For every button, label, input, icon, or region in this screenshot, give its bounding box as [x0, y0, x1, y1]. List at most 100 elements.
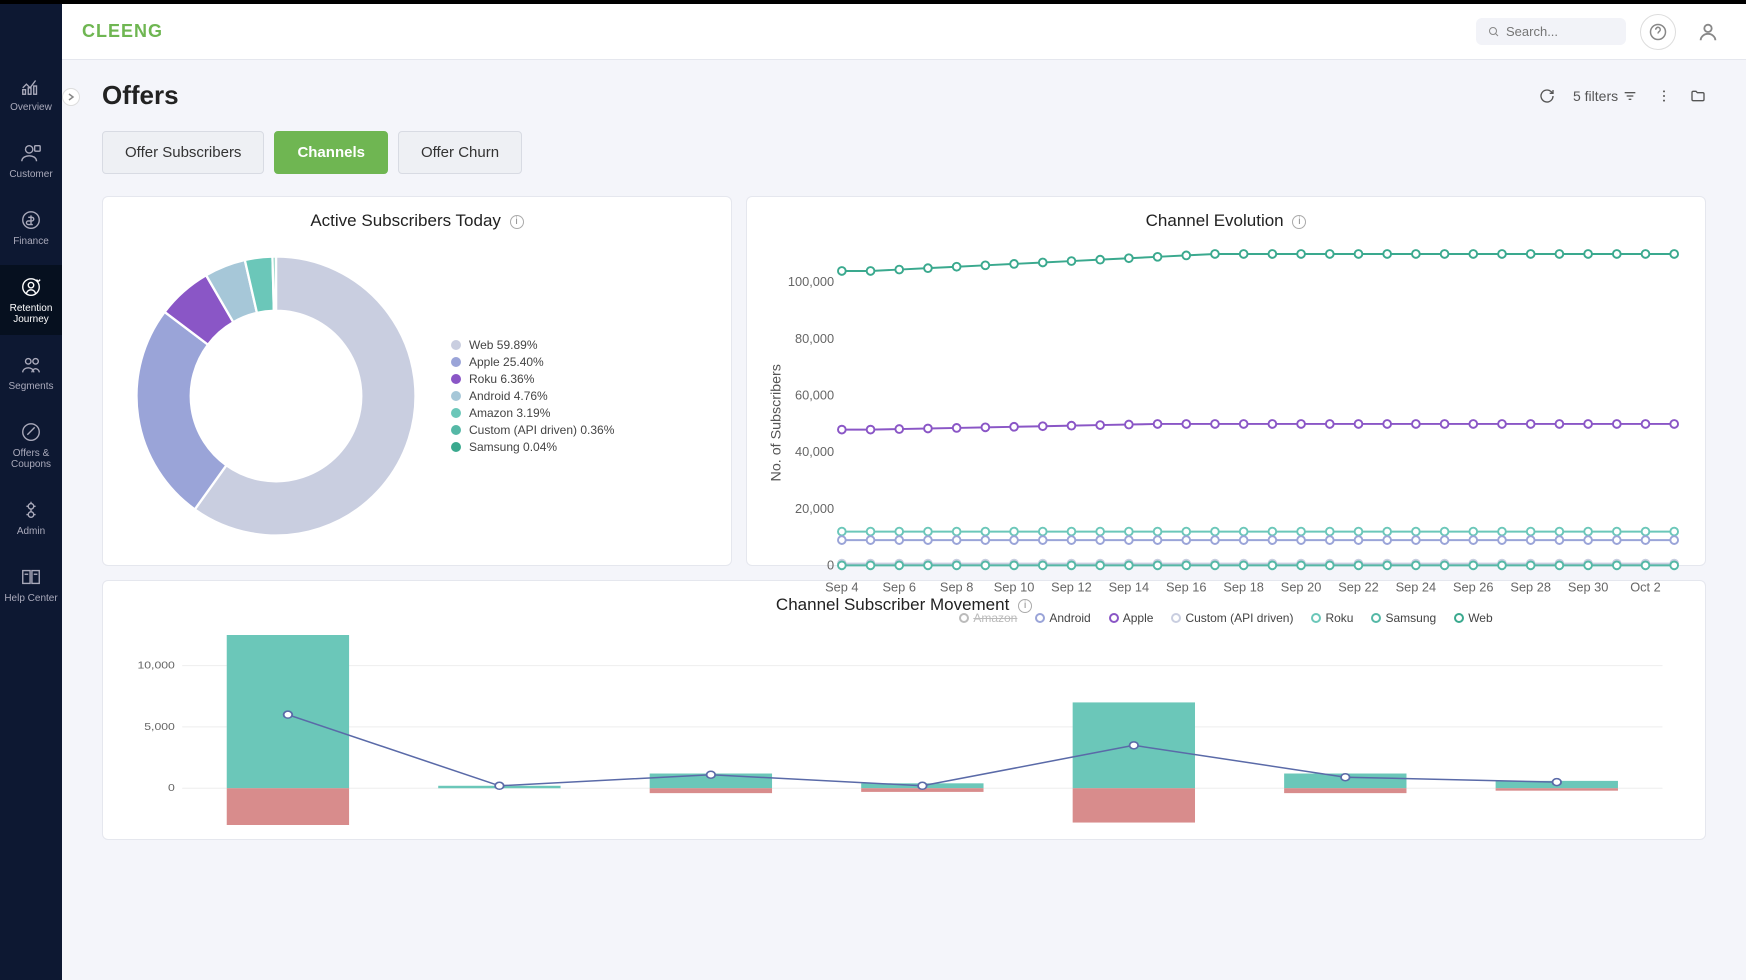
sidebar-item-label: Help Center [4, 593, 57, 604]
folder-button[interactable] [1690, 88, 1706, 104]
tab-offer-subscribers[interactable]: Offer Subscribers [102, 131, 264, 174]
svg-text:Sep 4: Sep 4 [825, 579, 858, 594]
svg-text:Sep 14: Sep 14 [1109, 579, 1150, 594]
legend-item[interactable]: Roku [1311, 611, 1353, 625]
legend-item[interactable]: Android 4.76% [451, 389, 614, 403]
svg-text:Sep 10: Sep 10 [994, 579, 1035, 594]
header-bar: CLEENG [62, 4, 1746, 60]
svg-text:Sep 24: Sep 24 [1396, 579, 1437, 594]
folder-icon [1690, 88, 1706, 104]
svg-text:Sep 18: Sep 18 [1223, 579, 1264, 594]
sidebar-item-label: Finance [13, 236, 49, 247]
donut-chart [121, 241, 431, 551]
page-title-row: Offers 5 filters [102, 80, 1706, 111]
svg-text:100,000: 100,000 [788, 274, 834, 289]
sidebar-item-retention[interactable]: Retention Journey [0, 265, 62, 335]
info-icon[interactable]: i [510, 215, 524, 229]
svg-text:60,000: 60,000 [795, 387, 834, 402]
more-vertical-icon [1656, 88, 1672, 104]
sidebar-item-label: Admin [17, 526, 45, 537]
search-input[interactable] [1506, 24, 1614, 39]
legend-item[interactable]: Web 59.89% [451, 338, 614, 352]
help-button[interactable] [1640, 14, 1676, 50]
sidebar-item-finance[interactable]: Finance [0, 198, 62, 257]
donut-legend: Web 59.89% Apple 25.40% Roku 6.36% Android … [451, 335, 614, 457]
active-subscribers-card: Active Subscribers Today i Web 59.89% App… [102, 196, 732, 566]
sidebar-item-admin[interactable]: Admin [0, 488, 62, 547]
help-icon [19, 565, 43, 589]
offers-icon [19, 420, 43, 444]
svg-text:0: 0 [827, 557, 834, 572]
svg-text:Oct 2: Oct 2 [1630, 579, 1661, 594]
overview-icon [19, 74, 43, 98]
finance-icon [19, 208, 43, 232]
legend-item[interactable]: Samsung 0.04% [451, 440, 614, 454]
svg-text:Sep 6: Sep 6 [883, 579, 916, 594]
svg-text:80,000: 80,000 [795, 331, 834, 346]
admin-icon [19, 498, 43, 522]
legend-item[interactable]: Apple 25.40% [451, 355, 614, 369]
svg-text:Sep 16: Sep 16 [1166, 579, 1207, 594]
svg-text:40,000: 40,000 [795, 444, 834, 459]
legend-item[interactable]: Roku 6.36% [451, 372, 614, 386]
svg-text:Sep 28: Sep 28 [1510, 579, 1551, 594]
info-icon[interactable]: i [1292, 215, 1306, 229]
customer-icon [19, 141, 43, 165]
sidebar-item-customer[interactable]: Customer [0, 131, 62, 190]
legend-item[interactable]: Samsung [1371, 611, 1436, 625]
search-icon [1488, 25, 1500, 39]
svg-text:0: 0 [168, 783, 175, 794]
card-title: Active Subscribers Today i [121, 211, 713, 231]
svg-text:Sep 26: Sep 26 [1453, 579, 1494, 594]
sidebar-item-label: Overview [10, 102, 52, 113]
svg-text:Sep 30: Sep 30 [1568, 579, 1609, 594]
svg-text:5,000: 5,000 [144, 722, 175, 733]
tab-channels[interactable]: Channels [274, 131, 388, 174]
filters-label: 5 filters [1573, 88, 1618, 104]
user-icon [1697, 21, 1719, 43]
legend-item[interactable]: Custom (API driven) 0.36% [451, 423, 614, 437]
svg-text:10,000: 10,000 [137, 661, 174, 672]
question-icon [1649, 23, 1667, 41]
sidebar-item-label: Segments [8, 381, 53, 392]
filters-button[interactable]: 5 filters [1573, 88, 1638, 104]
retention-icon [19, 275, 43, 299]
line-chart: 0 20,000 40,000 60,000 80,000 100,000 No. of S… [765, 241, 1687, 605]
legend-item[interactable]: Custom (API driven) [1171, 611, 1293, 625]
sidebar-nav: Overview Customer Finance Retention Jour… [0, 4, 62, 980]
tab-bar: Offer Subscribers Channels Offer Churn [102, 131, 1706, 174]
sidebar-item-label: Offers & Coupons [2, 448, 60, 470]
svg-text:20,000: 20,000 [795, 501, 834, 516]
segments-icon [19, 353, 43, 377]
search-box[interactable] [1476, 18, 1626, 45]
sidebar-item-segments[interactable]: Segments [0, 343, 62, 402]
bar-chart: 0 5,000 10,000 [121, 625, 1687, 835]
sidebar-item-label: Retention Journey [2, 303, 60, 325]
svg-text:No. of Subscribers: No. of Subscribers [768, 364, 784, 481]
sidebar-item-label: Customer [9, 169, 52, 180]
sidebar-expand-toggle[interactable] [62, 88, 80, 106]
svg-text:Sep 22: Sep 22 [1338, 579, 1379, 594]
page-title: Offers [102, 80, 179, 111]
svg-text:Sep 20: Sep 20 [1281, 579, 1322, 594]
content-area: Offers 5 filters Offer Subscribers Chann… [62, 60, 1746, 860]
refresh-icon [1539, 88, 1555, 104]
svg-text:Sep 12: Sep 12 [1051, 579, 1092, 594]
filter-icon [1622, 88, 1638, 104]
legend-item[interactable]: Android [1035, 611, 1090, 625]
more-menu-button[interactable] [1656, 88, 1672, 104]
profile-button[interactable] [1690, 14, 1726, 50]
channel-evolution-card: Channel Evolution i 020,00040,00060,0008… [746, 196, 1706, 566]
refresh-button[interactable] [1539, 88, 1555, 104]
sidebar-item-help[interactable]: Help Center [0, 555, 62, 614]
svg-text:Sep 8: Sep 8 [940, 579, 973, 594]
main-area: CLEENG Offers 5 filters Offer Subscriber… [62, 4, 1746, 980]
legend-item[interactable]: Amazon 3.19% [451, 406, 614, 420]
sidebar-item-overview[interactable]: Overview [0, 64, 62, 123]
legend-item[interactable]: Web [1454, 611, 1492, 625]
sidebar-item-offers[interactable]: Offers & Coupons [0, 410, 62, 480]
tab-offer-churn[interactable]: Offer Churn [398, 131, 522, 174]
card-title: Channel Evolution i [765, 211, 1687, 231]
legend-item[interactable]: Apple [1109, 611, 1154, 625]
app-logo: CLEENG [82, 21, 163, 42]
